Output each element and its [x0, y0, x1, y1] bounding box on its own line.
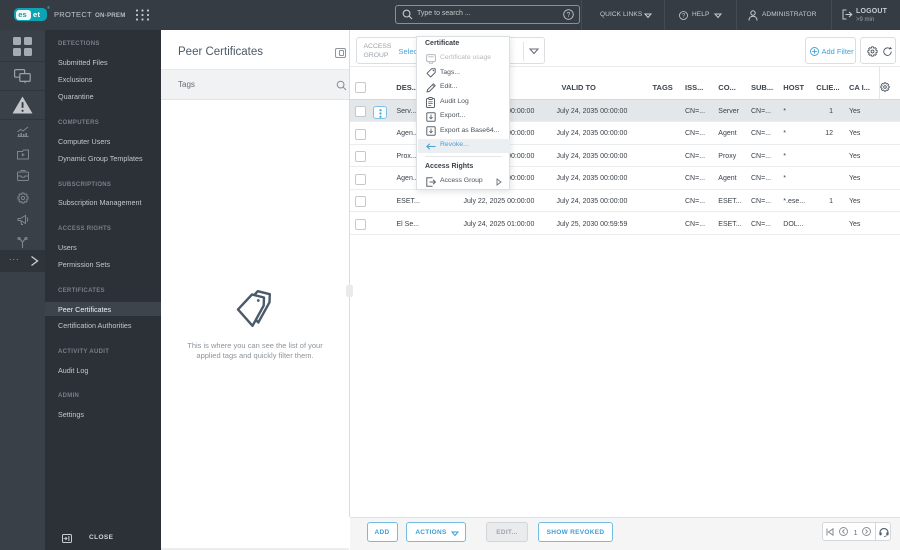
- svg-text:?: ?: [567, 12, 571, 19]
